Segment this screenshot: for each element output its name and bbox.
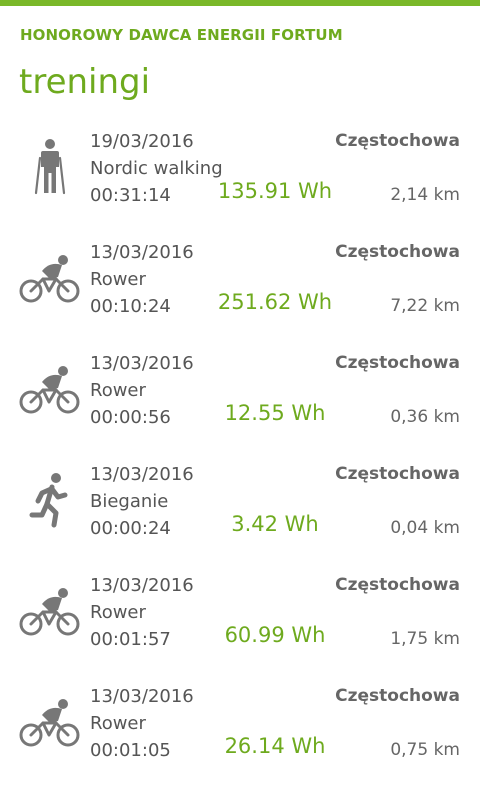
training-item-bike[interactable]: 13/03/2016 Rower 00:10:24 Częstochowa 25… — [0, 239, 480, 350]
running-icon — [18, 471, 82, 529]
training-date: 13/03/2016 — [90, 353, 194, 374]
training-item-bike[interactable]: 13/03/2016 Rower 00:01:05 Częstochowa 26… — [0, 683, 480, 794]
training-distance: 0,75 km — [390, 740, 460, 760]
accent-top-bar — [0, 0, 480, 6]
training-energy: 135.91 Wh — [217, 179, 333, 203]
training-energy: 26.14 Wh — [224, 734, 326, 758]
app-title: HONOROWY DAWCA ENERGII FORTUM — [20, 26, 343, 44]
trainings-list: 19/03/2016 Nordic walking 00:31:14 Częst… — [0, 128, 480, 794]
bike-icon — [18, 249, 82, 307]
training-duration: 00:10:24 — [90, 296, 171, 317]
training-city: Częstochowa — [335, 575, 460, 595]
bike-icon — [18, 582, 82, 640]
training-distance: 0,04 km — [390, 518, 460, 538]
training-duration: 00:00:24 — [90, 518, 171, 539]
training-duration: 00:01:57 — [90, 629, 171, 650]
training-duration: 00:01:05 — [90, 740, 171, 761]
training-item-nordic-walking[interactable]: 19/03/2016 Nordic walking 00:31:14 Częst… — [0, 128, 480, 239]
training-activity: Nordic walking — [90, 158, 223, 179]
training-date: 13/03/2016 — [90, 242, 194, 263]
training-duration: 00:00:56 — [90, 407, 171, 428]
training-activity: Bieganie — [90, 491, 169, 512]
training-city: Częstochowa — [335, 464, 460, 484]
training-activity: Rower — [90, 269, 146, 290]
training-duration: 00:31:14 — [90, 185, 171, 206]
training-date: 19/03/2016 — [90, 131, 194, 152]
training-distance: 0,36 km — [390, 407, 460, 427]
training-item-running[interactable]: 13/03/2016 Bieganie 00:00:24 Częstochowa… — [0, 461, 480, 572]
training-date: 13/03/2016 — [90, 575, 194, 596]
training-date: 13/03/2016 — [90, 686, 194, 707]
training-energy: 12.55 Wh — [224, 401, 326, 425]
training-city: Częstochowa — [335, 686, 460, 706]
training-distance: 7,22 km — [390, 296, 460, 316]
training-activity: Rower — [90, 713, 146, 734]
training-distance: 1,75 km — [390, 629, 460, 649]
training-energy: 3.42 Wh — [231, 512, 319, 536]
training-item-bike[interactable]: 13/03/2016 Rower 00:00:56 Częstochowa 12… — [0, 350, 480, 461]
training-distance: 2,14 km — [390, 185, 460, 205]
bike-icon — [18, 693, 82, 751]
page-title: treningi — [19, 62, 151, 102]
training-date: 13/03/2016 — [90, 464, 194, 485]
training-energy: 251.62 Wh — [217, 290, 333, 314]
nordic-walking-icon — [18, 138, 82, 196]
training-city: Częstochowa — [335, 131, 460, 151]
training-item-bike[interactable]: 13/03/2016 Rower 00:01:57 Częstochowa 60… — [0, 572, 480, 683]
training-energy: 60.99 Wh — [224, 623, 326, 647]
bike-icon — [18, 360, 82, 418]
training-activity: Rower — [90, 602, 146, 623]
training-city: Częstochowa — [335, 353, 460, 373]
training-city: Częstochowa — [335, 242, 460, 262]
training-activity: Rower — [90, 380, 146, 401]
